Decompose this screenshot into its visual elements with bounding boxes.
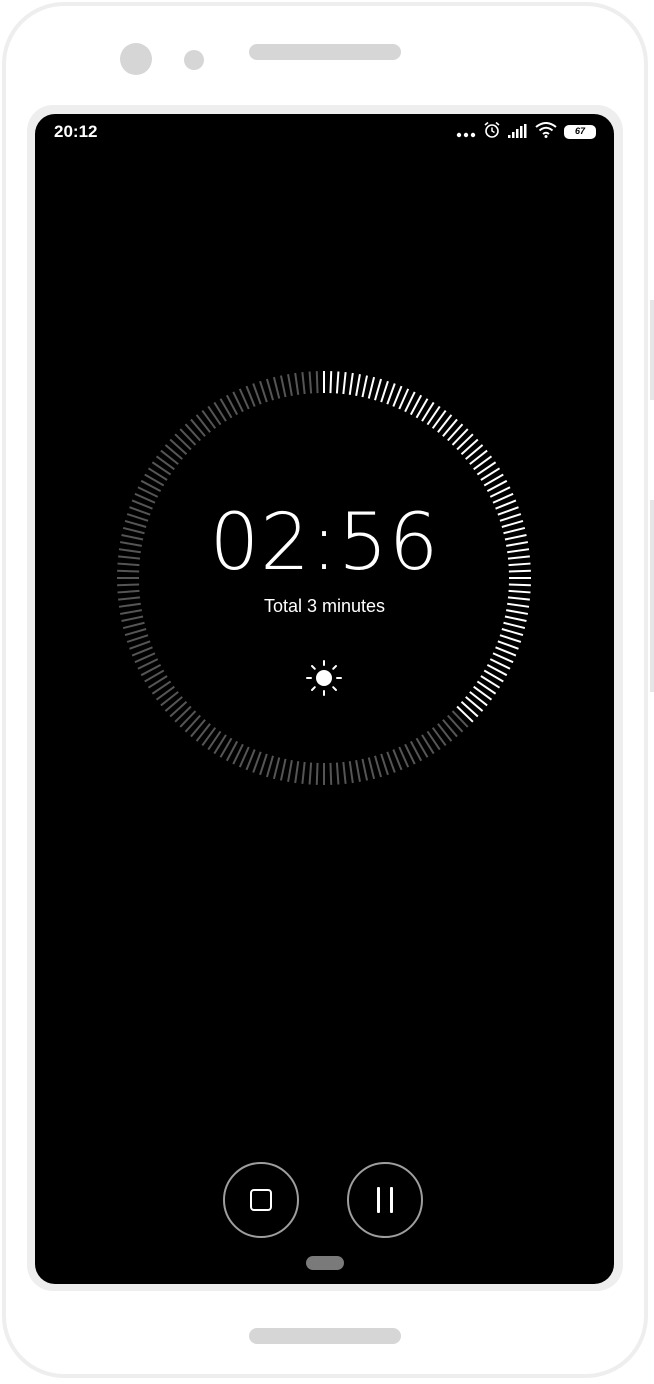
dial-tick bbox=[367, 757, 376, 780]
dial-tick-active bbox=[495, 646, 517, 657]
dial-tick bbox=[301, 372, 306, 395]
dial-tick-active bbox=[501, 628, 524, 637]
earpiece-speaker bbox=[249, 44, 401, 60]
stop-button[interactable] bbox=[223, 1162, 299, 1238]
dial-tick bbox=[342, 761, 347, 784]
dial-tick bbox=[121, 615, 144, 623]
dial-tick bbox=[259, 753, 268, 776]
dial-tick bbox=[294, 372, 300, 395]
dial-tick bbox=[392, 749, 403, 771]
dial-tick bbox=[348, 761, 354, 784]
dial-tick-active bbox=[497, 640, 519, 650]
dial-tick bbox=[361, 758, 369, 781]
pause-icon bbox=[377, 1187, 380, 1213]
dial-tick bbox=[272, 376, 281, 399]
dial-tick bbox=[131, 646, 153, 657]
dial-tick-active bbox=[348, 372, 354, 395]
dial-tick bbox=[265, 755, 274, 778]
dial-tick bbox=[272, 757, 281, 780]
dial-tick-active bbox=[508, 589, 531, 594]
screen: 20:12 67 02:56 Total 3 minutes bbox=[35, 114, 614, 1284]
dial-tick bbox=[124, 628, 147, 637]
dial-tick bbox=[117, 589, 140, 594]
dial-tick bbox=[315, 371, 319, 394]
dial-tick bbox=[279, 758, 287, 781]
timer-remaining: 02:56 bbox=[209, 498, 440, 588]
dial-tick-active bbox=[335, 371, 340, 394]
dial-tick bbox=[122, 621, 145, 630]
dial-tick bbox=[335, 762, 340, 785]
dial-tick-active bbox=[503, 621, 526, 630]
dial-tick bbox=[129, 640, 151, 650]
pause-icon-bar bbox=[390, 1187, 393, 1213]
dial-tick bbox=[287, 373, 293, 396]
dial-tick bbox=[386, 751, 396, 773]
dial-tick-active bbox=[342, 372, 347, 395]
dial-tick bbox=[329, 762, 333, 785]
dial-tick bbox=[126, 634, 149, 643]
dial-tick-active bbox=[361, 375, 369, 398]
dial-tick bbox=[265, 378, 274, 401]
proximity-sensor bbox=[184, 50, 204, 70]
front-camera bbox=[120, 43, 152, 75]
dial-tick bbox=[252, 751, 262, 773]
dial-tick-active bbox=[355, 373, 361, 396]
dial-tick bbox=[252, 383, 262, 405]
dial-tick-active bbox=[499, 634, 522, 643]
timer-dial bbox=[117, 371, 531, 785]
timer-total-label: Total 3 minutes bbox=[263, 596, 386, 616]
dial-tick-active bbox=[392, 385, 403, 407]
dial-tick-active bbox=[386, 383, 396, 405]
dial-tick-active bbox=[504, 615, 527, 623]
stop-icon bbox=[250, 1189, 272, 1211]
dial-tick bbox=[245, 749, 256, 771]
gesture-pill[interactable] bbox=[306, 1256, 344, 1270]
dial-tick-active bbox=[374, 378, 383, 401]
dial-tick bbox=[287, 760, 293, 783]
dial-tick-active bbox=[380, 380, 389, 403]
dial-tick bbox=[380, 753, 389, 776]
dial-tick bbox=[259, 380, 268, 403]
dial-tick bbox=[315, 762, 319, 785]
pause-button[interactable] bbox=[347, 1162, 423, 1238]
volume-button bbox=[650, 300, 654, 400]
dial-tick bbox=[279, 375, 287, 398]
home-bar bbox=[249, 1328, 401, 1344]
dial-tick bbox=[308, 371, 313, 394]
dial-tick-active bbox=[367, 376, 376, 399]
dial-tick bbox=[355, 760, 361, 783]
dial-tick-active bbox=[329, 371, 333, 394]
brightness-icon[interactable] bbox=[305, 659, 343, 697]
dial-tick bbox=[294, 761, 300, 784]
dial-tick bbox=[308, 762, 313, 785]
power-button bbox=[650, 500, 654, 692]
dial-tick bbox=[245, 385, 256, 407]
dial-tick bbox=[301, 761, 306, 784]
dial-tick bbox=[374, 755, 383, 778]
